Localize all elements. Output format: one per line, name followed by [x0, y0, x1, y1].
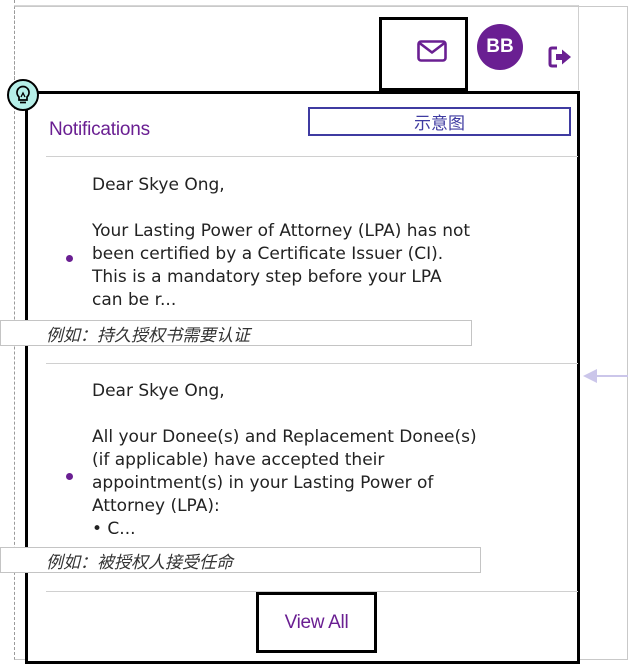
notification-greeting: Dear Skye Ong,: [92, 381, 225, 401]
avatar[interactable]: BB: [477, 24, 523, 70]
view-all-label: View All: [284, 611, 349, 633]
notification-item[interactable]: Dear Skye Ong, All your Donee(s) and Rep…: [92, 380, 542, 541]
notification-line: (if applicable) have accepted their: [92, 450, 385, 470]
view-all-button[interactable]: View All: [256, 592, 377, 653]
lightbulb-icon: [7, 79, 39, 111]
notifications-title: Notifications: [49, 119, 150, 140]
notification-line: appointment(s) in your Lasting Power of: [92, 473, 434, 493]
notification-line: This is a mandatory step before your LPA: [92, 267, 442, 287]
notification-greeting: Dear Skye Ong,: [92, 175, 225, 195]
notification-line: All your Donee(s) and Replacement Donee(…: [92, 427, 477, 447]
schematic-label: 示意图: [308, 107, 571, 136]
notification-line: can be r...: [92, 290, 177, 310]
background-dashed-edge: [0, 0, 15, 80]
notification-line: been certified by a Certificate Issuer (…: [92, 244, 444, 264]
header-top-border: [14, 5, 579, 6]
notification-line: Attorney (LPA):: [92, 496, 220, 516]
envelope-icon[interactable]: [417, 40, 447, 62]
example-note: 例如：持久授权书需要认证: [0, 320, 472, 346]
notification-item[interactable]: Dear Skye Ong, Your Lasting Power of Att…: [92, 174, 542, 312]
example-note: 例如：被授权人接受任命: [0, 547, 481, 573]
divider: [46, 363, 578, 364]
notification-line: • C...: [92, 519, 136, 539]
pointer-arrow-head: [583, 369, 597, 383]
divider: [46, 156, 578, 157]
header-right-border: [578, 5, 579, 90]
pointer-arrow-line: [596, 375, 628, 377]
unread-dot: [66, 473, 73, 480]
notification-line: Your Lasting Power of Attorney (LPA) has…: [92, 221, 471, 241]
unread-dot: [66, 255, 73, 262]
sign-out-icon[interactable]: [548, 46, 572, 68]
